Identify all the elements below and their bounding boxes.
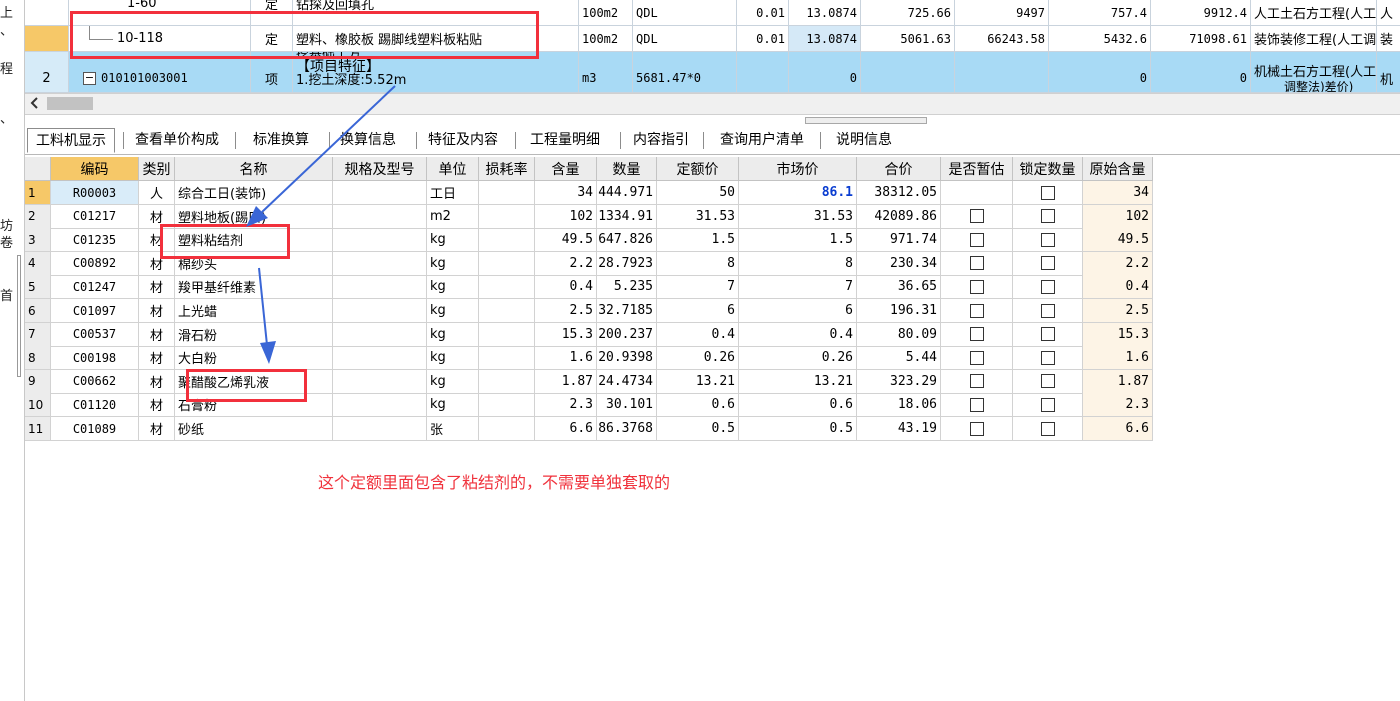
- arrow-line: [261, 85, 396, 213]
- annotation-arrows: [246, 85, 396, 364]
- arrow-head: [260, 341, 276, 364]
- annotation-note: 这个定额里面包含了粘结剂的，不需要单独套取的: [318, 473, 671, 492]
- arrow-line: [258, 267, 268, 346]
